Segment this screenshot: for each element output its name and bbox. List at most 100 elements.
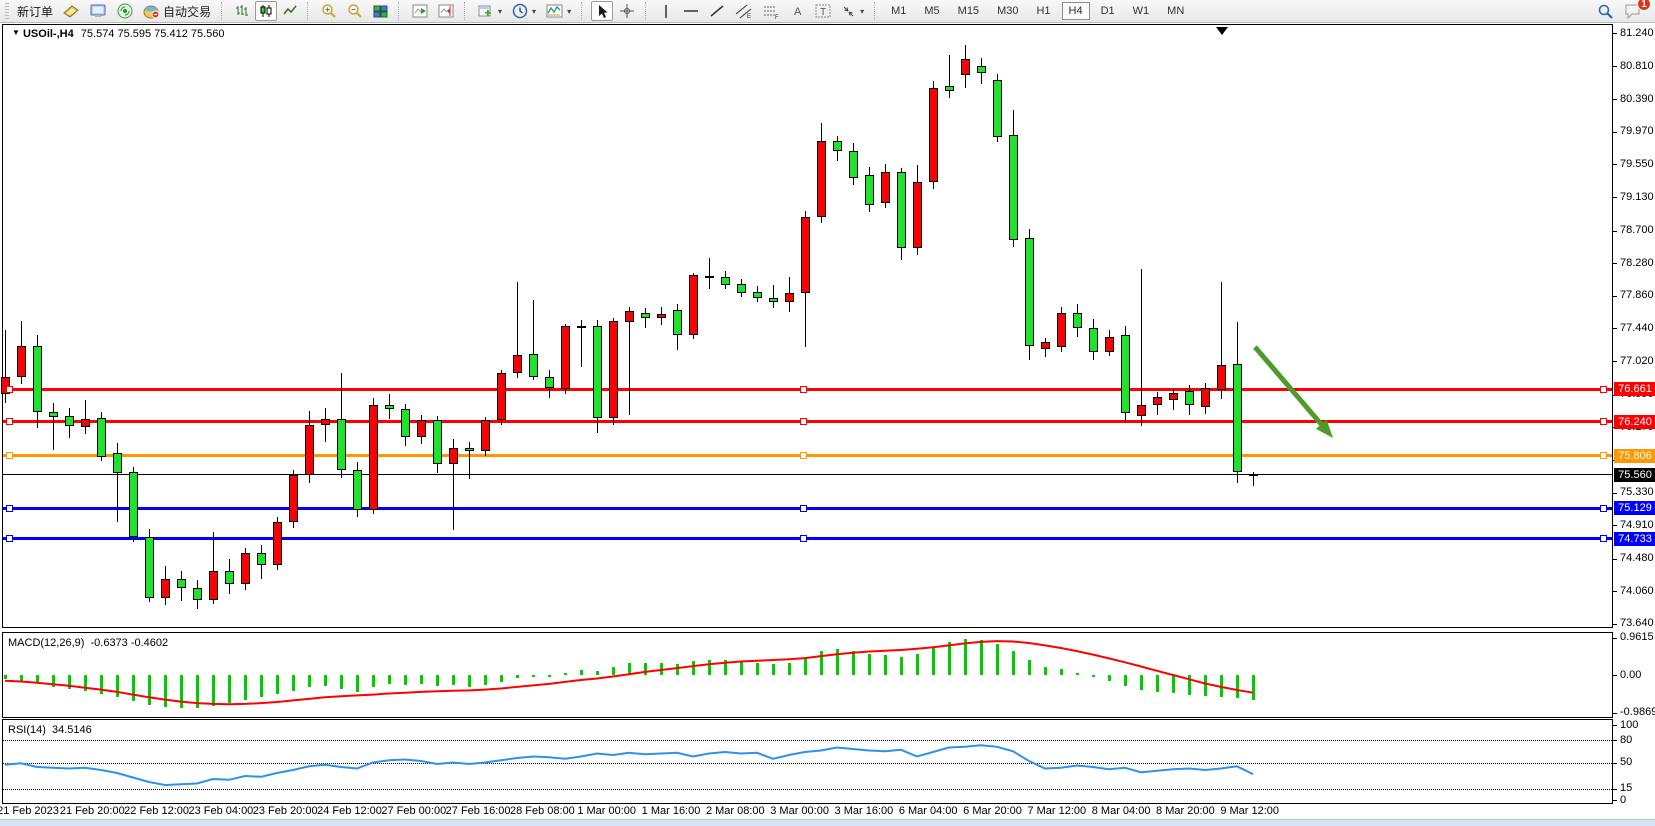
- macd-histogram-bar: [692, 661, 695, 675]
- chart-shift-marker-icon[interactable]: [1216, 27, 1228, 35]
- trendline-tool[interactable]: [705, 1, 729, 21]
- toolbar-grip[interactable]: [5, 3, 9, 19]
- line-handle[interactable]: [6, 386, 13, 393]
- bar-chart-button[interactable]: [231, 1, 253, 21]
- horizontal-line-object[interactable]: [3, 388, 1612, 391]
- candle-body: [177, 579, 186, 588]
- zoom-in-button[interactable]: [317, 1, 341, 21]
- indicators-button[interactable]: ▾: [542, 1, 575, 21]
- candle-body: [49, 412, 58, 417]
- separator: [645, 2, 650, 20]
- horizontal-line-object[interactable]: [3, 537, 1612, 540]
- arrows-icon: [841, 4, 856, 18]
- line-handle[interactable]: [800, 386, 807, 393]
- candle-body: [945, 86, 954, 91]
- price-line-badge: 75.806: [1614, 449, 1655, 463]
- new-order-button[interactable]: 新订单: [13, 1, 57, 21]
- timeframe-button-h4[interactable]: H4: [1062, 2, 1090, 20]
- zoom-out-button[interactable]: [343, 1, 367, 21]
- horizontal-line-object[interactable]: [3, 420, 1612, 423]
- time-axis-label: 23 Feb 20:00: [253, 805, 318, 817]
- candle-wick: [709, 258, 710, 289]
- line-handle[interactable]: [800, 505, 807, 512]
- macd-histogram-bar: [564, 673, 567, 675]
- crosshair-tool-button[interactable]: [615, 1, 639, 21]
- vertical-line-tool[interactable]: [655, 1, 677, 21]
- price-tick: [1613, 559, 1617, 560]
- notifications-button[interactable]: 1: [1620, 1, 1646, 21]
- tile-windows-button[interactable]: [369, 1, 392, 21]
- fibonacci-tool[interactable]: F: [759, 1, 785, 21]
- rsi-pane[interactable]: [2, 719, 1613, 804]
- auto-scroll-button[interactable]: [408, 1, 432, 21]
- autotrade-button[interactable]: 自动交易: [139, 1, 215, 21]
- auto-scroll-icon: [412, 4, 428, 18]
- line-handle[interactable]: [1600, 386, 1607, 393]
- time-axis-label: 23 Feb 04:00: [188, 805, 253, 817]
- signal-icon-button[interactable]: [113, 1, 137, 21]
- new-order-icon[interactable]: [59, 1, 84, 21]
- timeframe-button-mn[interactable]: MN: [1160, 2, 1191, 20]
- macd-histogram-bar: [852, 651, 855, 675]
- tile-windows-icon: [373, 5, 388, 18]
- separator: [464, 2, 469, 20]
- line-handle[interactable]: [6, 418, 13, 425]
- collapse-arrow-icon[interactable]: ▼: [12, 28, 20, 37]
- line-handle[interactable]: [1600, 535, 1607, 542]
- timeframe-button-d1[interactable]: D1: [1094, 2, 1122, 20]
- macd-histogram-bar: [4, 675, 7, 679]
- macd-histogram-bar: [628, 663, 631, 675]
- macd-histogram-bar: [516, 675, 519, 678]
- line-handle[interactable]: [800, 535, 807, 542]
- candle-body: [273, 522, 282, 565]
- candle-wick: [1141, 269, 1142, 426]
- macd-values: -0.6373 -0.4602: [90, 637, 168, 649]
- rsi-value: 34.5146: [52, 724, 92, 736]
- line-handle[interactable]: [6, 535, 13, 542]
- channel-tool[interactable]: E: [731, 1, 757, 21]
- line-handle[interactable]: [6, 505, 13, 512]
- line-chart-button[interactable]: [279, 1, 301, 21]
- time-axis-label: 27 Feb 00:00: [381, 805, 446, 817]
- time-axis-label: 1 Mar 16:00: [642, 805, 701, 817]
- text-label-tool[interactable]: T: [811, 1, 835, 21]
- crosshair-icon: [619, 3, 635, 19]
- horizontal-line-object[interactable]: [3, 454, 1612, 457]
- line-handle[interactable]: [1600, 505, 1607, 512]
- timeframe-button-m5[interactable]: M5: [917, 2, 946, 20]
- search-button[interactable]: [1593, 1, 1618, 21]
- new-chart-button[interactable]: ▾: [474, 1, 506, 21]
- macd-tick: [1613, 638, 1617, 639]
- arrows-tool[interactable]: ▾: [837, 1, 868, 21]
- candle-body: [561, 326, 570, 389]
- timeframe-button-m1[interactable]: M1: [884, 2, 913, 20]
- timeframe-button-m30[interactable]: M30: [990, 2, 1025, 20]
- candlestick-chart-button[interactable]: [255, 1, 277, 21]
- cursor-tool-button[interactable]: [591, 1, 613, 21]
- rsi-tick: [1613, 789, 1617, 790]
- price-tick: [1613, 197, 1617, 198]
- line-handle[interactable]: [800, 452, 807, 459]
- macd-histogram-bar: [1076, 673, 1079, 675]
- candle-body: [929, 88, 938, 182]
- candle-body: [1073, 313, 1082, 328]
- line-handle[interactable]: [800, 418, 807, 425]
- line-handle[interactable]: [1600, 418, 1607, 425]
- horizontal-line-object[interactable]: [3, 474, 1612, 475]
- periods-button[interactable]: ▾: [508, 1, 540, 21]
- time-axis-label: 1 Mar 00:00: [577, 805, 636, 817]
- horizontal-line-object[interactable]: [3, 507, 1612, 510]
- line-handle[interactable]: [1600, 452, 1607, 459]
- horizontal-line-tool[interactable]: [679, 1, 703, 21]
- timeframe-button-m15[interactable]: M15: [951, 2, 986, 20]
- candle-body: [625, 311, 634, 323]
- clock-icon: [512, 3, 528, 19]
- rsi-label: RSI(14) 34.5146: [8, 724, 92, 736]
- line-handle[interactable]: [6, 452, 13, 459]
- timeframe-button-w1[interactable]: W1: [1126, 2, 1157, 20]
- text-tool[interactable]: A: [787, 1, 809, 21]
- charts-window-icon[interactable]: [86, 1, 111, 21]
- timeframe-button-h1[interactable]: H1: [1029, 2, 1057, 20]
- macd-histogram-bar: [724, 660, 727, 675]
- chart-shift-button[interactable]: [434, 1, 458, 21]
